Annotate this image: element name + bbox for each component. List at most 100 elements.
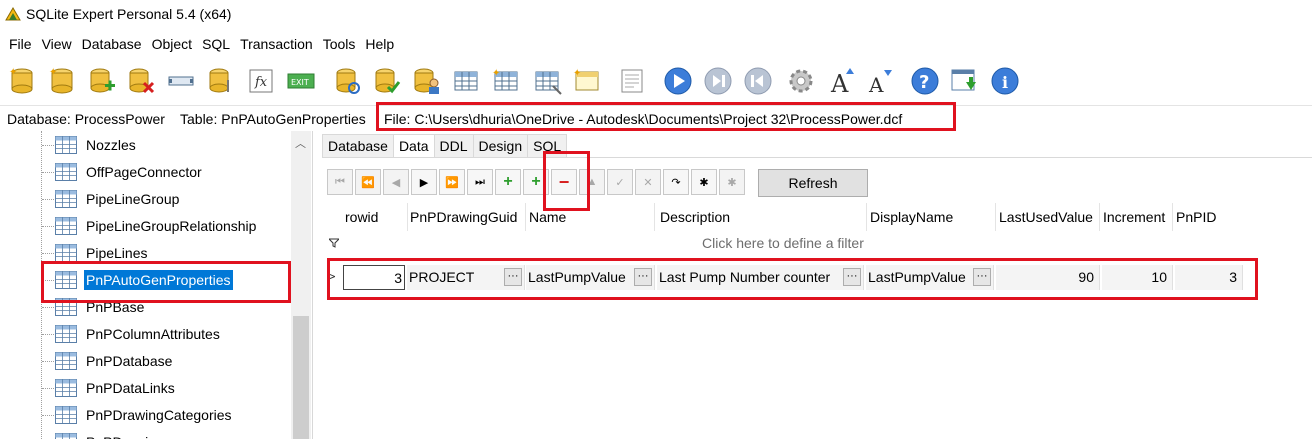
design-table-icon[interactable]: ✦ (491, 65, 523, 97)
detach-database-icon[interactable] (125, 65, 157, 97)
menu-tools[interactable]: Tools (323, 34, 356, 56)
data-grid: rowid PnPDrawingGuid Name Description Di… (327, 203, 1312, 439)
filter-row[interactable]: Click here to define a filter (327, 231, 1252, 255)
menu-view[interactable]: View (42, 34, 72, 56)
menu-bar: File View Database Object SQL Transactio… (0, 34, 1312, 56)
stop-icon[interactable] (702, 65, 734, 97)
tree-item-label: PnPDrawingCategories (86, 407, 232, 423)
svg-text:✦: ✦ (492, 68, 500, 79)
scrollbar-thumb[interactable] (293, 316, 309, 439)
filter-icon[interactable]: ✱ (691, 169, 717, 195)
svg-text:i: i (1002, 73, 1008, 92)
col-header-pnpdrawingguid[interactable]: PnPDrawingGuid (410, 203, 526, 231)
refresh-database-icon[interactable] (331, 65, 363, 97)
decrease-font-icon[interactable]: A (864, 65, 896, 97)
scroll-up-icon[interactable]: ︿ (295, 135, 306, 151)
next-page-icon[interactable]: ⏩ (439, 169, 465, 195)
prev-record-icon[interactable]: ◀ (383, 169, 409, 195)
highlight-file-box (376, 102, 956, 131)
tree-item-table[interactable]: PnPDataLinks (55, 376, 177, 400)
refresh-button[interactable]: Refresh (758, 169, 868, 197)
database-label: Database: ProcessPower (7, 111, 165, 127)
col-header-name[interactable]: Name (529, 203, 655, 231)
help-icon[interactable]: ? (909, 65, 941, 97)
col-header-displayname[interactable]: DisplayName (870, 203, 996, 231)
first-record-icon[interactable]: ⏮ (327, 169, 353, 195)
menu-transaction[interactable]: Transaction (240, 34, 313, 56)
tree-item-table[interactable]: PnPDatabase (55, 349, 174, 373)
tree-connector-line (42, 199, 54, 200)
table-icon (55, 325, 77, 343)
options-gear-icon[interactable] (785, 65, 817, 97)
tab-design[interactable]: Design (472, 134, 529, 158)
insert-record-icon[interactable]: + (495, 169, 521, 195)
svg-text:?: ? (919, 72, 929, 93)
new-database-icon[interactable]: ✦ (6, 65, 38, 97)
tree-item-label: PnPDataLinks (86, 380, 175, 396)
tree-item-label: PipeLineGroup (86, 191, 180, 207)
play-icon[interactable] (662, 65, 694, 97)
tab-database[interactable]: Database (322, 134, 394, 158)
tree-connector-line (42, 361, 54, 362)
cancel-edit-icon[interactable]: ✕ (635, 169, 661, 195)
next-record-icon[interactable]: ▶ (411, 169, 437, 195)
funnel-icon (329, 238, 339, 248)
user-database-icon[interactable] (410, 65, 442, 97)
exit-icon[interactable]: EXIT (285, 65, 317, 97)
table-icon[interactable] (451, 65, 483, 97)
increase-font-icon[interactable]: A (827, 65, 859, 97)
prev-page-icon[interactable]: ⏪ (355, 169, 381, 195)
col-header-pnpid[interactable]: PnPID (1176, 203, 1252, 231)
execute-icon[interactable] (617, 65, 649, 97)
download-icon[interactable] (948, 65, 980, 97)
highlight-row-box (327, 258, 1258, 300)
svg-text:✦: ✦ (49, 67, 57, 78)
title-bar: SQLite Expert Personal 5.4 (x64) (0, 0, 1312, 30)
tree-item-table[interactable]: Nozzles (55, 133, 138, 157)
function-icon[interactable]: fx (245, 65, 277, 97)
menu-object[interactable]: Object (152, 34, 192, 56)
open-database-icon[interactable]: ✦ (46, 65, 78, 97)
col-header-rowid[interactable]: rowid (345, 203, 408, 231)
tree-item-table[interactable]: PnPDrawingCategories (55, 403, 234, 427)
menu-help[interactable]: Help (365, 34, 394, 56)
filter-hint[interactable]: Click here to define a filter (702, 235, 864, 251)
menu-file[interactable]: File (9, 34, 32, 56)
tree-item-table[interactable]: PnPColumnAttributes (55, 322, 222, 346)
menu-sql[interactable]: SQL (202, 34, 230, 56)
tree-connector-line (42, 226, 54, 227)
svg-text:EXIT: EXIT (291, 78, 309, 87)
tree-connector-line (42, 415, 54, 416)
tree-connector-line (42, 172, 54, 173)
attach-database-icon[interactable] (86, 65, 118, 97)
rewind-icon[interactable] (742, 65, 774, 97)
tree-item-table[interactable]: PnPDrawings (55, 430, 173, 439)
col-header-increment[interactable]: Increment (1103, 203, 1173, 231)
menu-database[interactable]: Database (82, 34, 142, 56)
svg-text:fx: fx (254, 75, 268, 90)
clear-filter-icon[interactable]: ✱ (719, 169, 745, 195)
tab-ddl[interactable]: DDL (433, 134, 474, 158)
new-table-icon[interactable] (532, 65, 564, 97)
tree-item-table[interactable]: PipeLineGroupRelationship (55, 214, 258, 238)
table-icon (55, 163, 77, 181)
table-icon (55, 190, 77, 208)
tab-data[interactable]: Data (392, 134, 435, 158)
info-icon[interactable]: i (989, 65, 1021, 97)
tree-item-table[interactable]: OffPageConnector (55, 160, 204, 184)
col-header-description[interactable]: Description (660, 203, 867, 231)
vacuum-icon[interactable] (165, 65, 197, 97)
post-edit-icon[interactable]: ✓ (607, 169, 633, 195)
tree-item-table[interactable]: PipeLineGroup (55, 187, 181, 211)
table-icon (55, 136, 77, 154)
open-file-icon[interactable] (205, 65, 237, 97)
view-icon[interactable]: ✦ (572, 65, 604, 97)
col-header-lastusedvalue[interactable]: LastUsedValue (999, 203, 1100, 231)
tree-scrollbar[interactable]: ︿ (291, 131, 311, 439)
tab-divider (322, 157, 1312, 158)
refresh-data-icon[interactable]: ↷ (663, 169, 689, 195)
tree-item-label: PipeLines (86, 245, 148, 261)
last-record-icon[interactable]: ⏭ (467, 169, 493, 195)
table-icon (55, 433, 77, 439)
check-database-icon[interactable] (370, 65, 402, 97)
